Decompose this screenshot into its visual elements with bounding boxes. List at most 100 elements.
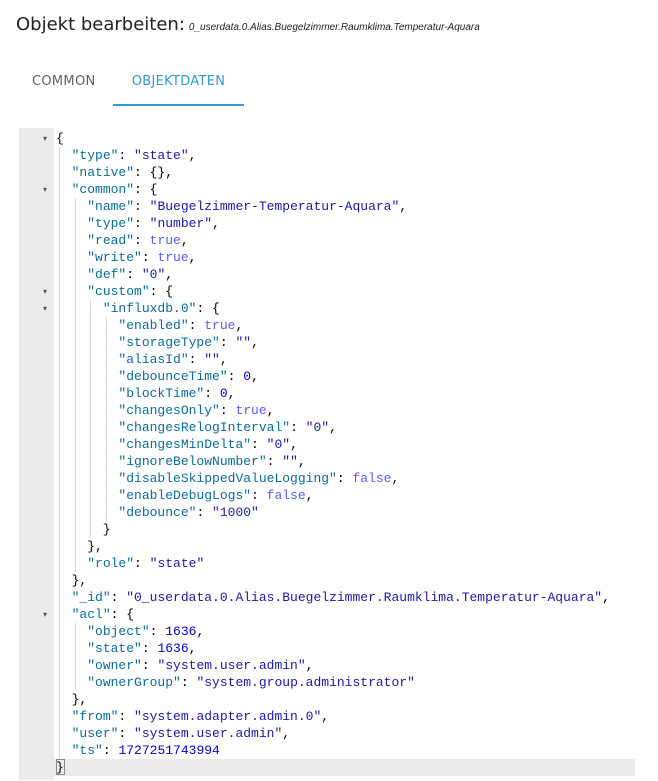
punctuation: }, xyxy=(56,539,103,554)
code-line[interactable]: "enableDebugLogs": false, xyxy=(56,487,610,504)
punctuation: : xyxy=(141,641,158,656)
code-line[interactable]: "type": "state", xyxy=(56,147,610,164)
json-key: "owner" xyxy=(87,658,142,673)
json-key: "ignoreBelowNumber" xyxy=(118,454,267,469)
code-line[interactable]: "def": "0", xyxy=(56,266,610,283)
code-line[interactable]: }, xyxy=(56,538,610,555)
code-line[interactable]: "read": true, xyxy=(56,232,610,249)
punctuation xyxy=(56,267,87,282)
punctuation: : xyxy=(336,471,353,486)
punctuation xyxy=(56,403,118,418)
json-key: "object" xyxy=(87,624,150,639)
punctuation: : xyxy=(196,505,213,520)
punctuation xyxy=(56,607,72,622)
punctuation xyxy=(56,165,72,180)
tab-objektdaten[interactable]: OBJEKTDATEN xyxy=(113,62,244,106)
fold-toggle-icon[interactable]: ▾ xyxy=(43,135,51,143)
code-line[interactable]: "name": "Buegelzimmer-Temperatur-Aquara"… xyxy=(56,198,610,215)
json-number: 1727251743994 xyxy=(118,743,220,758)
fold-toggle-icon[interactable]: ▾ xyxy=(43,186,51,194)
code-line[interactable]: "blockTime": 0, xyxy=(56,385,610,402)
punctuation: : xyxy=(134,233,150,248)
code-line[interactable]: "user": "system.user.admin", xyxy=(56,725,610,742)
punctuation: : xyxy=(141,250,158,265)
code-line[interactable]: "state": 1636, xyxy=(56,640,610,657)
json-number: 1636 xyxy=(157,641,189,656)
punctuation: , xyxy=(305,488,314,503)
code-line[interactable]: "ownerGroup": "system.group.administrato… xyxy=(56,674,610,691)
code-line[interactable]: "changesRelogInterval": "0", xyxy=(56,419,610,436)
punctuation: : xyxy=(118,709,135,724)
code-line[interactable]: "storageType": "", xyxy=(56,334,610,351)
punctuation xyxy=(56,505,118,520)
object-id-label: 0_userdata.0.Alias.Buegelzimmer.Raumklim… xyxy=(188,22,480,33)
code-line[interactable]: "common": { xyxy=(56,181,610,198)
code-line[interactable]: "acl": { xyxy=(56,606,610,623)
tab-common[interactable]: COMMON xyxy=(16,62,111,106)
code-line[interactable]: "changesOnly": true, xyxy=(56,402,610,419)
punctuation xyxy=(56,709,72,724)
json-key: "def" xyxy=(87,267,127,282)
punctuation: , xyxy=(602,590,610,605)
active-tab-indicator xyxy=(113,104,244,106)
code-line[interactable]: "custom": { xyxy=(56,283,610,300)
code-line[interactable]: "debounce": "1000" xyxy=(56,504,610,521)
punctuation: , xyxy=(321,709,330,724)
fold-toggle-icon[interactable]: ▾ xyxy=(43,305,51,313)
punctuation: : { xyxy=(110,607,135,622)
code-line[interactable]: "object": 1636, xyxy=(56,623,610,640)
fold-toggle-icon[interactable]: ▾ xyxy=(43,288,51,296)
punctuation: : xyxy=(227,369,244,384)
punctuation: , xyxy=(290,437,298,452)
punctuation: : xyxy=(118,726,135,741)
punctuation: : xyxy=(126,267,142,282)
code-line[interactable]: "influxdb.0": { xyxy=(56,300,610,317)
punctuation: : { xyxy=(149,284,174,299)
punctuation: : xyxy=(102,743,119,758)
punctuation xyxy=(56,335,118,350)
json-string: "0_userdata.0.Alias.Buegelzimmer.Raumkli… xyxy=(126,590,603,605)
json-editor[interactable]: ▾ ▾ ▾ ▾ ▾ { "type": "state", "native": {}, "… xyxy=(19,128,635,780)
json-string: "" xyxy=(235,335,252,350)
punctuation xyxy=(56,301,103,316)
punctuation: , xyxy=(305,658,314,673)
punctuation: , xyxy=(219,352,228,367)
punctuation xyxy=(56,675,87,690)
json-boolean: true xyxy=(235,403,267,418)
punctuation: : xyxy=(134,556,150,571)
code-line[interactable]: "write": true, xyxy=(56,249,610,266)
punctuation xyxy=(56,658,87,673)
json-key: "common" xyxy=(71,182,135,197)
code-line[interactable]: "enabled": true, xyxy=(56,317,610,334)
code-line[interactable]: "disableSkippedValueLogging": false, xyxy=(56,470,610,487)
fold-toggle-icon[interactable]: ▾ xyxy=(43,611,51,619)
bracket-match-highlight xyxy=(56,759,65,775)
code-content[interactable]: { "type": "state", "native": {}, "common… xyxy=(56,130,610,776)
punctuation: , xyxy=(297,454,306,469)
code-line[interactable]: "owner": "system.user.admin", xyxy=(56,657,610,674)
json-string: "state" xyxy=(134,148,189,163)
code-line[interactable]: "aliasId": "", xyxy=(56,351,610,368)
code-line[interactable]: "ts": 1727251743994 xyxy=(56,742,610,759)
code-line[interactable]: }, xyxy=(56,572,610,589)
code-line[interactable]: } xyxy=(56,521,610,538)
code-line[interactable]: { xyxy=(56,130,610,147)
code-line[interactable]: "native": {}, xyxy=(56,164,610,181)
code-line[interactable]: }, xyxy=(56,691,610,708)
code-line[interactable]: "type": "number", xyxy=(56,215,610,232)
code-line[interactable]: "_id": "0_userdata.0.Alias.Buegelzimmer.… xyxy=(56,589,610,606)
json-key: "changesOnly" xyxy=(118,403,220,418)
json-key: "enabled" xyxy=(118,318,189,333)
code-line[interactable]: "role": "state" xyxy=(56,555,610,572)
code-line[interactable]: "from": "system.adapter.admin.0", xyxy=(56,708,610,725)
punctuation xyxy=(56,199,87,214)
punctuation: , xyxy=(188,250,197,265)
punctuation xyxy=(56,369,118,384)
code-line[interactable]: "ignoreBelowNumber": "", xyxy=(56,453,610,470)
code-line[interactable]: "debounceTime": 0, xyxy=(56,368,610,385)
code-line[interactable]: "changesMinDelta": "0", xyxy=(56,436,610,453)
json-key: "ownerGroup" xyxy=(87,675,181,690)
punctuation: }, xyxy=(56,692,88,707)
json-key: "_id" xyxy=(71,590,111,605)
code-line[interactable]: } xyxy=(56,759,610,776)
